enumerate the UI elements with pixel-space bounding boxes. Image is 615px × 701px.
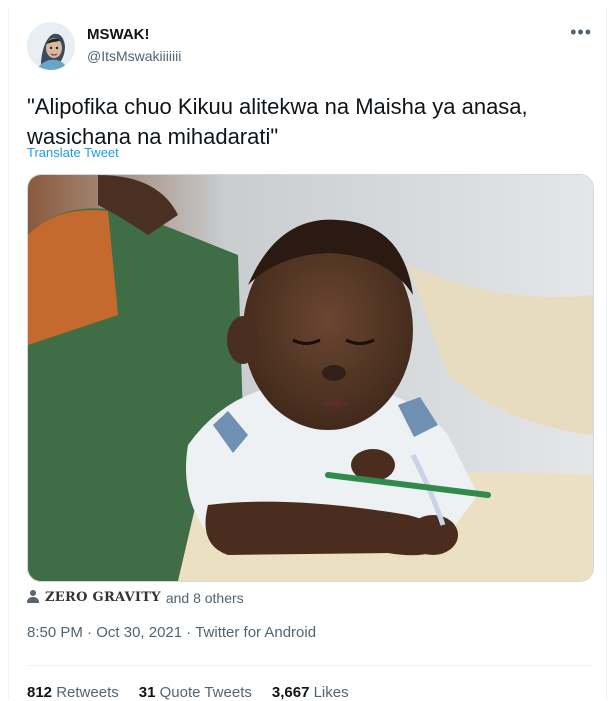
quote-tweets-label: Quote Tweets xyxy=(159,684,252,701)
retweets-stat[interactable]: 812 Retweets xyxy=(27,684,119,701)
retweets-count: 812 xyxy=(27,684,53,701)
likes-stat[interactable]: 3,667 Likes xyxy=(272,684,349,701)
author-avatar[interactable] xyxy=(27,22,75,70)
person-icon xyxy=(27,589,39,606)
divider xyxy=(27,665,592,666)
tweet-meta: 8:50 PM · Oct 30, 2021 · Twitter for And… xyxy=(27,624,316,641)
liked-by-others[interactable]: and 8 others xyxy=(166,590,244,606)
tweet-source[interactable]: Twitter for Android xyxy=(195,624,316,641)
author-handle[interactable]: @ItsMswakiiiiiii xyxy=(87,48,181,64)
translate-tweet-link[interactable]: Translate Tweet xyxy=(27,145,119,160)
likes-label: Likes xyxy=(313,684,349,701)
tweet-card: MSWAK! @ItsMswakiiiiiii ••• "Alipofika c… xyxy=(8,8,607,701)
tweet-photo[interactable] xyxy=(27,174,594,582)
tweet-time[interactable]: 8:50 PM xyxy=(27,624,83,641)
meta-separator: · xyxy=(182,624,196,641)
avatar-illustration xyxy=(27,22,75,70)
photo-child-drawing xyxy=(28,175,593,581)
retweets-label: Retweets xyxy=(56,684,119,701)
quote-tweets-count: 31 xyxy=(138,684,156,701)
author-name[interactable]: MSWAK! xyxy=(87,26,150,43)
liked-by-row[interactable]: ZERO GRAVITY and 8 others xyxy=(27,589,244,606)
liked-by-first-user[interactable]: ZERO GRAVITY xyxy=(45,590,161,605)
quote-tweets-stat[interactable]: 31 Quote Tweets xyxy=(139,684,252,701)
more-options-icon[interactable]: ••• xyxy=(570,22,592,43)
meta-separator: · xyxy=(82,624,97,641)
tweet-date[interactable]: Oct 30, 2021 xyxy=(96,624,182,641)
tweet-stats: 812 Retweets 31 Quote Tweets 3,667 Likes xyxy=(27,684,369,701)
tweet-text: "Alipofika chuo Kikuu alitekwa na Maisha… xyxy=(27,94,528,149)
likes-count: 3,667 xyxy=(271,684,310,701)
